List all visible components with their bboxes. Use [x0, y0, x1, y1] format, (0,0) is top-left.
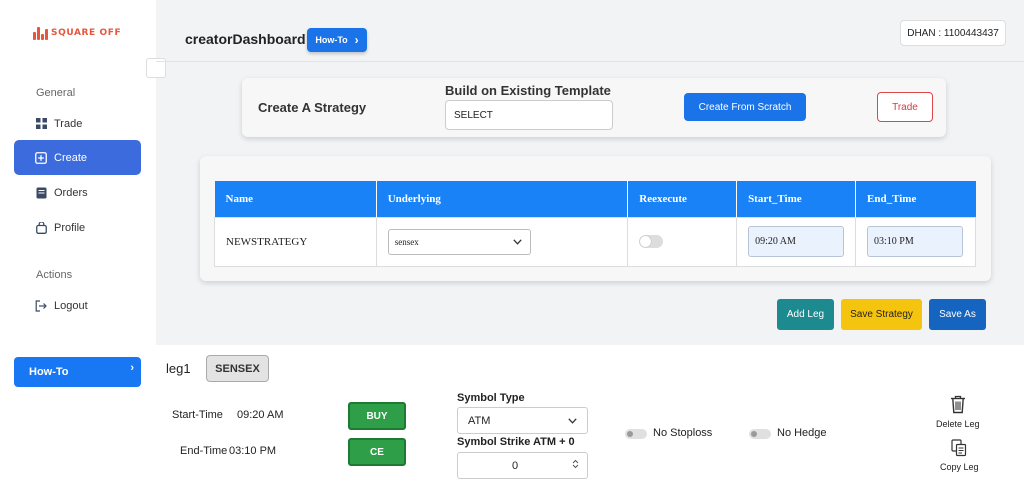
- template-select[interactable]: SELECT: [445, 100, 613, 130]
- reexecute-cell: [627, 216, 738, 267]
- build-template-label: Build on Existing Template: [445, 83, 611, 98]
- save-strategy-button[interactable]: Save Strategy: [841, 299, 922, 330]
- strike-value: 0: [512, 459, 519, 472]
- sidebar: SQUARE OFF General Trade Create Orders P…: [0, 0, 156, 490]
- underlying-value: sensex: [394, 236, 419, 247]
- strategy-bar: Create A Strategy Build on Existing Temp…: [242, 78, 946, 137]
- create-strategy-label: Create A Strategy: [258, 100, 367, 115]
- symbol-type-select[interactable]: ATM: [457, 407, 588, 434]
- chevron-right-icon: ›: [130, 362, 134, 374]
- stepper-icon[interactable]: [572, 459, 579, 472]
- column-header-reexecute: Reexecute: [627, 181, 738, 217]
- leg-name: leg1: [166, 361, 191, 376]
- grid-icon: [35, 118, 47, 130]
- sidebar-item-label: Trade: [54, 117, 83, 130]
- reexecute-toggle[interactable]: [639, 235, 664, 248]
- column-header-end-time: End_Time: [855, 181, 976, 217]
- header-howto-button[interactable]: How-To ›: [307, 28, 367, 52]
- start-time-cell: 09:20 AM: [736, 216, 857, 267]
- leg-end-time[interactable]: 03:10 PM: [229, 445, 276, 457]
- hedge-label: No Hedge: [777, 427, 827, 439]
- table-row: NEWSTRATEGY sensex 09:20 AM 03:10 PM: [214, 216, 976, 267]
- strategy-table: Name Underlying Reexecute Start_Time End…: [214, 181, 976, 267]
- symbol-strike-input[interactable]: 0: [457, 452, 588, 479]
- sidebar-howto-button[interactable]: How-To ›: [14, 357, 141, 387]
- table-header-row: Name Underlying Reexecute Start_Time End…: [214, 181, 976, 217]
- leg-end-label: End-Time: [180, 445, 228, 457]
- underlying-cell: sensex: [375, 216, 629, 267]
- logout-icon: [35, 299, 47, 312]
- howto-label: How-To: [315, 35, 348, 45]
- sidebar-item-logout[interactable]: Logout: [14, 288, 141, 323]
- start-time-input[interactable]: 09:20 AM: [748, 226, 845, 257]
- chevron-down-icon: [568, 415, 577, 427]
- end-time-cell: 03:10 PM: [855, 216, 976, 267]
- stoploss-label: No Stoploss: [653, 427, 713, 439]
- underlying-select[interactable]: sensex: [387, 228, 531, 255]
- delete-leg-label: Delete Leg: [936, 419, 980, 429]
- sidebar-item-create[interactable]: Create: [14, 140, 141, 175]
- add-leg-button[interactable]: Add Leg: [777, 299, 834, 330]
- sidebar-item-label: Create: [54, 151, 88, 164]
- book-icon: [35, 187, 47, 199]
- end-time-input[interactable]: 03:10 PM: [867, 226, 964, 257]
- howto-label: How-To: [29, 366, 69, 378]
- bag-icon: [35, 221, 47, 234]
- hedge-toggle[interactable]: [749, 429, 771, 439]
- strategy-table-card: Name Underlying Reexecute Start_Time End…: [200, 156, 991, 281]
- sidebar-item-label: Logout: [54, 299, 88, 312]
- delete-leg-button[interactable]: Delete Leg: [936, 395, 980, 429]
- symbol-strike-label: Symbol Strike ATM + 0: [457, 436, 575, 448]
- sidebar-item-label: Profile: [54, 221, 86, 234]
- sidebar-item-profile[interactable]: Profile: [14, 210, 141, 245]
- account-badge: DHAN : 1100443437: [900, 20, 1006, 46]
- leg-start-label: Start-Time: [172, 409, 223, 421]
- sidebar-item-orders[interactable]: Orders: [14, 175, 141, 210]
- logo-text: SQUARE OFF: [51, 28, 122, 38]
- header-divider: [156, 61, 1024, 62]
- create-from-scratch-button[interactable]: Create From Scratch: [684, 93, 806, 121]
- leg-underlying-chip[interactable]: SENSEX: [206, 355, 269, 382]
- column-header-name: Name: [214, 181, 377, 217]
- chevron-down-icon: [513, 237, 522, 247]
- copy-leg-label: Copy Leg: [940, 462, 979, 472]
- sidebar-item-label: Orders: [54, 186, 88, 199]
- chevron-right-icon: ›: [354, 33, 359, 47]
- trash-icon: [950, 395, 966, 416]
- leg-panel: leg1 SENSEX Start-Time 09:20 AM End-Time…: [156, 345, 1024, 490]
- section-label-actions: Actions: [36, 269, 73, 281]
- symbol-type-value: ATM: [468, 414, 491, 427]
- sidebar-item-trade[interactable]: Trade: [14, 106, 141, 141]
- copy-leg-button[interactable]: Copy Leg: [940, 439, 979, 472]
- strategy-name-cell: NEWSTRATEGY: [214, 216, 377, 267]
- column-header-start-time: Start_Time: [736, 181, 857, 217]
- page-title: creatorDashboard: [185, 31, 306, 47]
- logo[interactable]: SQUARE OFF: [33, 26, 121, 40]
- column-header-underlying: Underlying: [376, 181, 629, 217]
- plus-square-icon: [35, 151, 47, 164]
- copy-icon: [951, 439, 967, 459]
- trade-button[interactable]: Trade: [877, 92, 933, 122]
- section-label-general: General: [36, 87, 76, 99]
- symbol-type-label: Symbol Type: [457, 392, 525, 404]
- ce-button[interactable]: CE: [348, 438, 406, 466]
- save-as-button[interactable]: Save As: [929, 299, 986, 330]
- leg-start-time[interactable]: 09:20 AM: [237, 409, 283, 421]
- buy-button[interactable]: BUY: [348, 402, 406, 430]
- candlestick-logo-icon: [33, 26, 48, 40]
- stoploss-toggle[interactable]: [625, 429, 647, 439]
